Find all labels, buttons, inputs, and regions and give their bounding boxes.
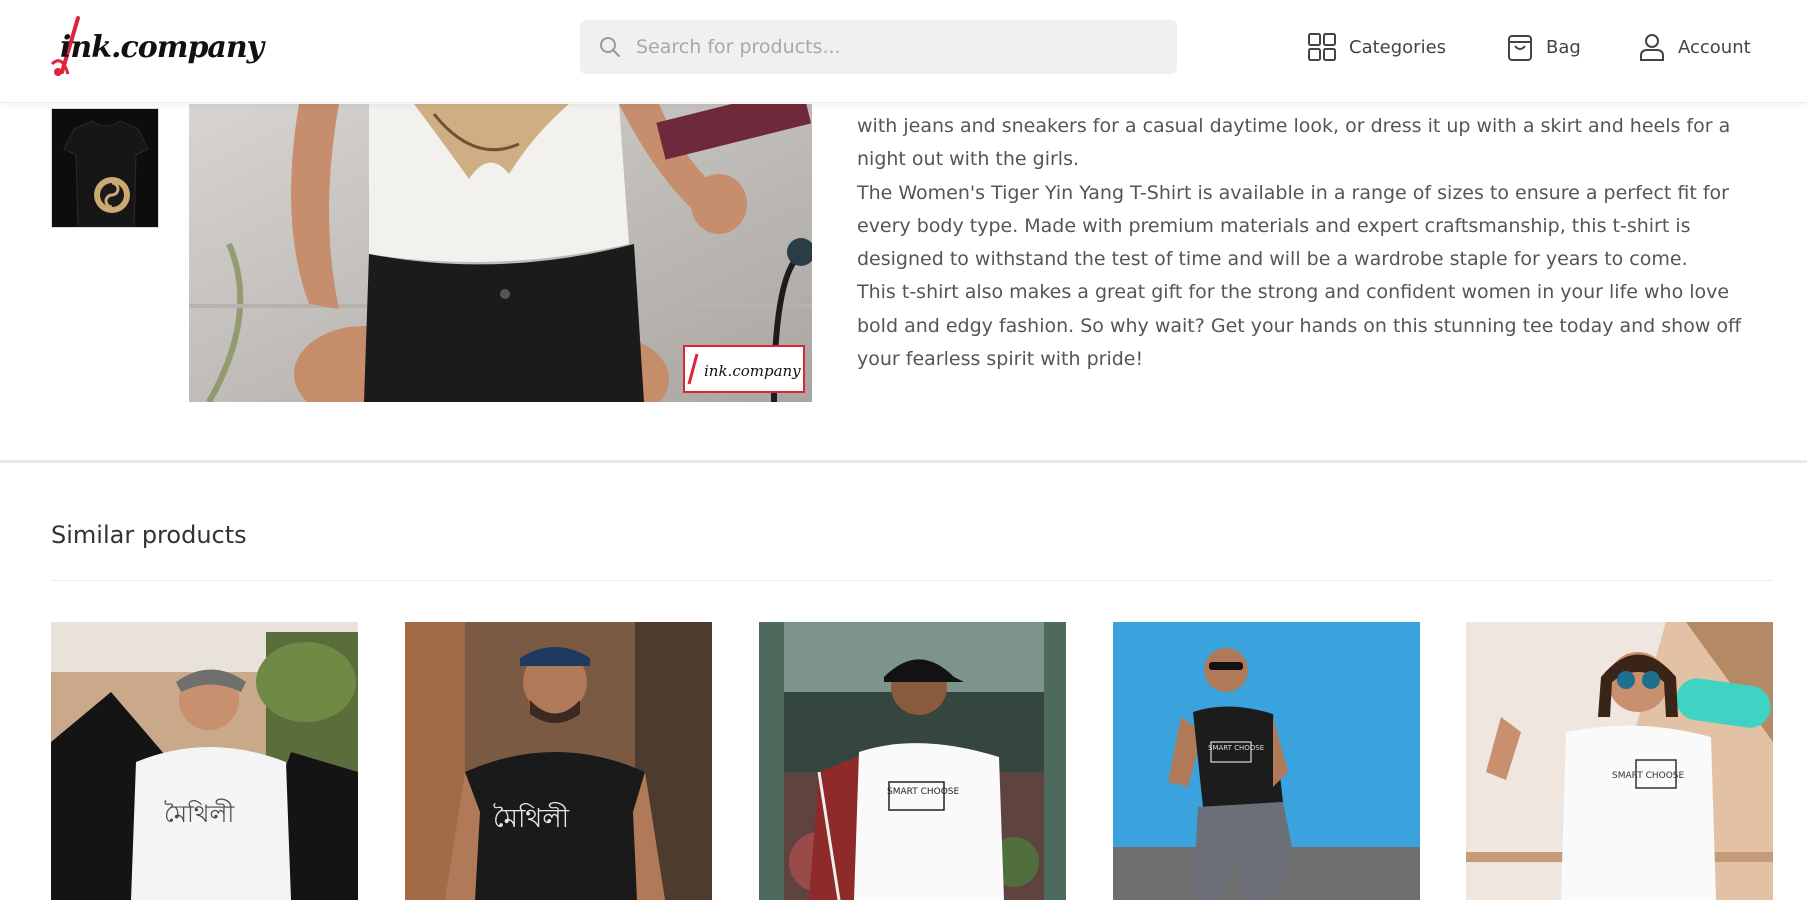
nav-bag-label: Bag (1546, 36, 1581, 58)
product-card-image: মৈথিলী (405, 622, 712, 900)
description-paragraph: The Women's Tiger Yin Yang T-Shirt is av… (857, 181, 1729, 271)
categories-grid-icon (1308, 33, 1336, 61)
similar-product-card[interactable]: মৈথিলী (405, 622, 712, 900)
similar-products-rule (51, 580, 1773, 581)
similar-product-card[interactable]: SMART CHOOSE (759, 622, 1066, 900)
nav-categories-label: Categories (1349, 36, 1447, 58)
product-card-image: SMART CHOOSE (759, 622, 1066, 900)
product-description: with jeans and sneakers for a casual day… (857, 110, 1757, 376)
description-paragraph: This t-shirt also makes a great gift for… (857, 281, 1742, 371)
nav-categories[interactable]: Categories (1307, 30, 1446, 64)
shirt-print-text: SMART CHOOSE (1612, 771, 1685, 781)
product-card-image: SMART CHOOSE (1466, 622, 1773, 900)
nav-bag[interactable]: Bag (1506, 30, 1581, 64)
similar-product-card[interactable]: SMART CHOOSE (1466, 622, 1773, 900)
thumbnail-image (52, 109, 158, 227)
site-header: ink.company Categories Bag Account (0, 0, 1807, 103)
shopping-bag-icon (1508, 35, 1532, 61)
search-input[interactable] (636, 20, 1156, 74)
search-bar[interactable] (580, 20, 1177, 74)
shirt-print-text: মৈথিলী (493, 802, 570, 834)
shirt-print-text: SMART CHOOSE (887, 787, 960, 797)
logo-text: ink.company (60, 30, 264, 65)
shirt-print-text: SMART CHOOSE (1208, 744, 1264, 752)
product-main-image[interactable]: ink.company (189, 104, 812, 402)
shirt-print-text: মৈথিলী (164, 799, 235, 828)
similar-product-card[interactable]: মৈথিলী (51, 622, 358, 900)
section-divider (0, 460, 1807, 463)
description-paragraph: with jeans and sneakers for a casual day… (857, 115, 1731, 171)
product-photo: ink.company (189, 104, 812, 402)
product-card-image: মৈথিলী (51, 622, 358, 900)
product-card-image: SMART CHOOSE (1113, 622, 1420, 900)
similar-products-title: Similar products (51, 521, 247, 549)
nav-account-label: Account (1678, 36, 1751, 58)
product-thumbnail[interactable] (51, 108, 159, 228)
watermark-text: ink.company (704, 362, 801, 380)
nav-account[interactable]: Account (1638, 30, 1751, 64)
user-icon (1640, 34, 1664, 61)
site-logo[interactable]: ink.company (48, 14, 264, 80)
similar-product-card[interactable]: SMART CHOOSE (1113, 622, 1420, 900)
search-icon (600, 37, 620, 57)
